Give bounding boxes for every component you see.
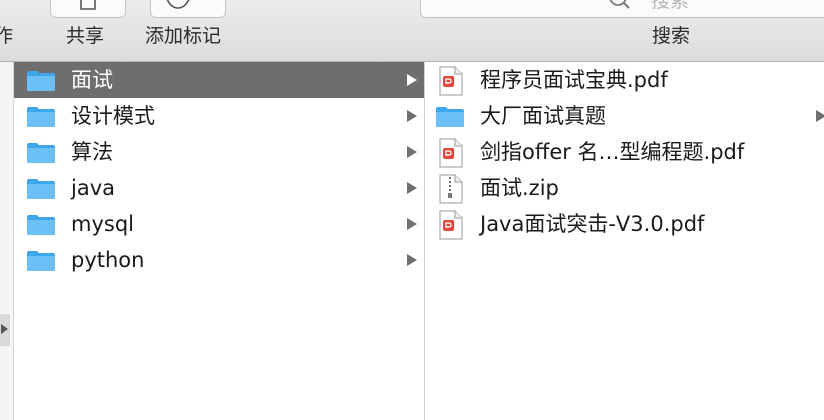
item-label: 大厂面试真题 [480,104,606,128]
disclosure-arrow-icon [407,218,417,230]
search-icon [609,0,630,9]
item-label: mysql [71,212,134,236]
share-button[interactable] [50,0,126,18]
list-item-file[interactable]: 程序员面试宝典.pdf [425,62,824,98]
folder-icon [27,251,55,271]
item-label: 设计模式 [71,104,155,128]
list-item-algorithms[interactable]: 算法 [14,134,424,170]
toolbar: 作 共享 添加标记 搜索 搜索 [0,0,824,62]
item-label: 算法 [71,140,113,164]
disclosure-arrow-icon [407,254,417,266]
folder-icon [27,179,55,199]
item-label: 程序员面试宝典.pdf [480,68,668,92]
expand-arrow-icon[interactable] [1,324,8,334]
share-icon [80,0,96,10]
list-item-mianshi[interactable]: 面试 [14,62,424,98]
search-label: 搜索 [652,25,691,47]
list-item-file[interactable]: Java面试突击-V3.0.pdf [425,206,824,242]
add-tag-button[interactable] [150,0,226,18]
disclosure-arrow-icon [407,182,417,194]
disclosure-arrow-icon [816,110,824,122]
pdf-icon [439,210,463,240]
folder-icon [27,143,55,163]
search-field[interactable]: 搜索 [420,0,824,18]
disclosure-arrow-icon [407,146,417,158]
list-item-file[interactable]: 面试.zip [425,170,824,206]
item-label: python [71,248,145,272]
folder-icon [27,107,55,127]
add-tag-label: 添加标记 [145,25,222,47]
browser-column-1: 面试 设计模式 算法 java mysql python [14,62,424,278]
toolbar-partial-label[interactable]: 作 [0,23,13,49]
list-item-python[interactable]: python [14,242,424,278]
item-label: 面试 [71,68,113,92]
item-label: 面试.zip [480,176,559,200]
list-item-file[interactable]: 剑指offer 名…型编程题.pdf [425,134,824,170]
list-item-design-patterns[interactable]: 设计模式 [14,98,424,134]
tag-icon [166,0,190,9]
share-button-label: 共享 [66,25,105,47]
disclosure-arrow-icon [407,110,417,122]
folder-icon [27,71,55,91]
search-placeholder: 搜索 [651,0,690,12]
left-column-edge [0,62,14,420]
browser-column-2: 程序员面试宝典.pdf 大厂面试真题 剑指offer 名…型编程题.pdf 面试… [425,62,824,242]
zip-icon [439,174,463,204]
item-label: 剑指offer 名…型编程题.pdf [480,140,745,164]
pdf-icon [439,138,463,168]
item-label: Java面试突击-V3.0.pdf [480,212,705,236]
disclosure-arrow-icon [407,74,417,86]
folder-icon [436,107,464,127]
item-label: java [71,176,115,200]
list-item-folder[interactable]: 大厂面试真题 [425,98,824,134]
folder-icon [27,215,55,235]
list-item-java[interactable]: java [14,170,424,206]
list-item-mysql[interactable]: mysql [14,206,424,242]
pdf-icon [439,66,463,96]
